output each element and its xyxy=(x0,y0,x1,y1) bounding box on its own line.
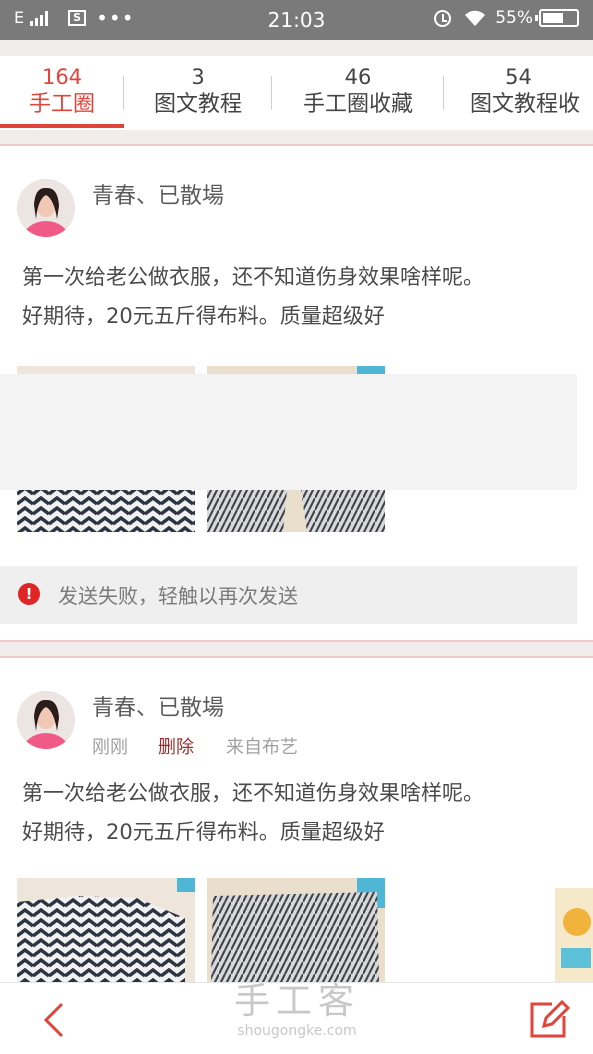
username[interactable]: 青春、已散場 xyxy=(92,690,224,722)
post-text-line: 第一次给老公做衣服，还不知道伤身效果啥样呢。 xyxy=(22,781,484,805)
alarm-icon xyxy=(434,9,452,27)
avatar-photo xyxy=(17,179,75,237)
edit-icon[interactable] xyxy=(522,994,572,1044)
username[interactable]: 青春、已散場 xyxy=(92,178,224,210)
tab-divider xyxy=(271,76,272,110)
watermark-title: 手工客 xyxy=(233,981,360,1022)
post-text: 第一次给老公做衣服，还不知道伤身效果啥样呢。 好期待，20元五斤得布料。质量超级… xyxy=(22,258,582,336)
post-time: 刚刚 xyxy=(92,737,128,758)
send-failed-message[interactable]: 发送失败，轻触以再次发送 xyxy=(58,580,298,609)
battery-icon xyxy=(535,9,579,27)
tab-label: 手工圈收藏 xyxy=(302,92,413,117)
tab-divider xyxy=(123,76,124,110)
back-icon[interactable] xyxy=(30,998,80,1042)
tab-count: 54 xyxy=(505,65,532,89)
tab-count: 164 xyxy=(41,65,83,89)
divider-band xyxy=(0,130,593,144)
tab-count: 3 xyxy=(191,65,205,89)
cartoon-photo xyxy=(555,888,593,982)
tab-label: 手工圈 xyxy=(28,92,95,117)
status-right: 55% xyxy=(434,8,579,28)
post-source[interactable]: 来自布艺 xyxy=(226,733,298,759)
post-text-line: 好期待，20元五斤得布料。质量超级好 xyxy=(22,304,385,328)
avatar-photo xyxy=(17,691,75,749)
divider-band xyxy=(0,642,593,656)
divider-line xyxy=(0,144,593,146)
post-text-line: 第一次给老公做衣服，还不知道伤身效果啥样呢。 xyxy=(22,265,484,289)
watermark-url: shougongke.com xyxy=(237,1023,357,1039)
watermark-logo: 手工客 shougongke.com xyxy=(200,982,394,1040)
status-bar: E S ••• 21:03 55% xyxy=(0,0,593,40)
tab-tutorial-favorites[interactable]: 54 图文教程收 xyxy=(444,56,593,130)
tab-label: 图文教程收 xyxy=(470,92,581,117)
next-image-preview[interactable] xyxy=(555,888,593,982)
patterned-shorts-photo xyxy=(207,878,385,982)
post-text-line: 好期待，20元五斤得布料。质量超级好 xyxy=(22,820,385,844)
avatar[interactable] xyxy=(17,691,75,749)
divider-line xyxy=(0,656,593,658)
tab-bar: 164 手工圈 3 图文教程 46 手工圈收藏 54 图文教程收 xyxy=(0,56,593,130)
loading-overlay xyxy=(0,374,577,490)
tab-tutorials[interactable]: 3 图文教程 xyxy=(124,56,272,130)
tab-divider xyxy=(443,76,444,110)
wifi-icon xyxy=(465,10,486,26)
tab-label: 图文教程 xyxy=(153,92,242,117)
error-icon: ! xyxy=(18,583,40,605)
tab-handmade-circle[interactable]: 164 手工圈 xyxy=(0,56,124,130)
tab-count: 46 xyxy=(344,65,372,89)
tab-circle-favorites[interactable]: 46 手工圈收藏 xyxy=(272,56,444,130)
active-tab-indicator xyxy=(0,124,124,128)
zigzag-shirt-photo xyxy=(17,878,195,982)
battery-percent: 55% xyxy=(495,8,533,28)
post-image-shorts[interactable] xyxy=(207,878,385,982)
top-band xyxy=(0,40,593,56)
post-text: 第一次给老公做衣服，还不知道伤身效果啥样呢。 好期待，20元五斤得布料。质量超级… xyxy=(22,774,582,852)
avatar[interactable] xyxy=(17,179,75,237)
delete-button[interactable]: 删除 xyxy=(158,733,194,759)
post-image-shirt[interactable] xyxy=(17,878,195,982)
